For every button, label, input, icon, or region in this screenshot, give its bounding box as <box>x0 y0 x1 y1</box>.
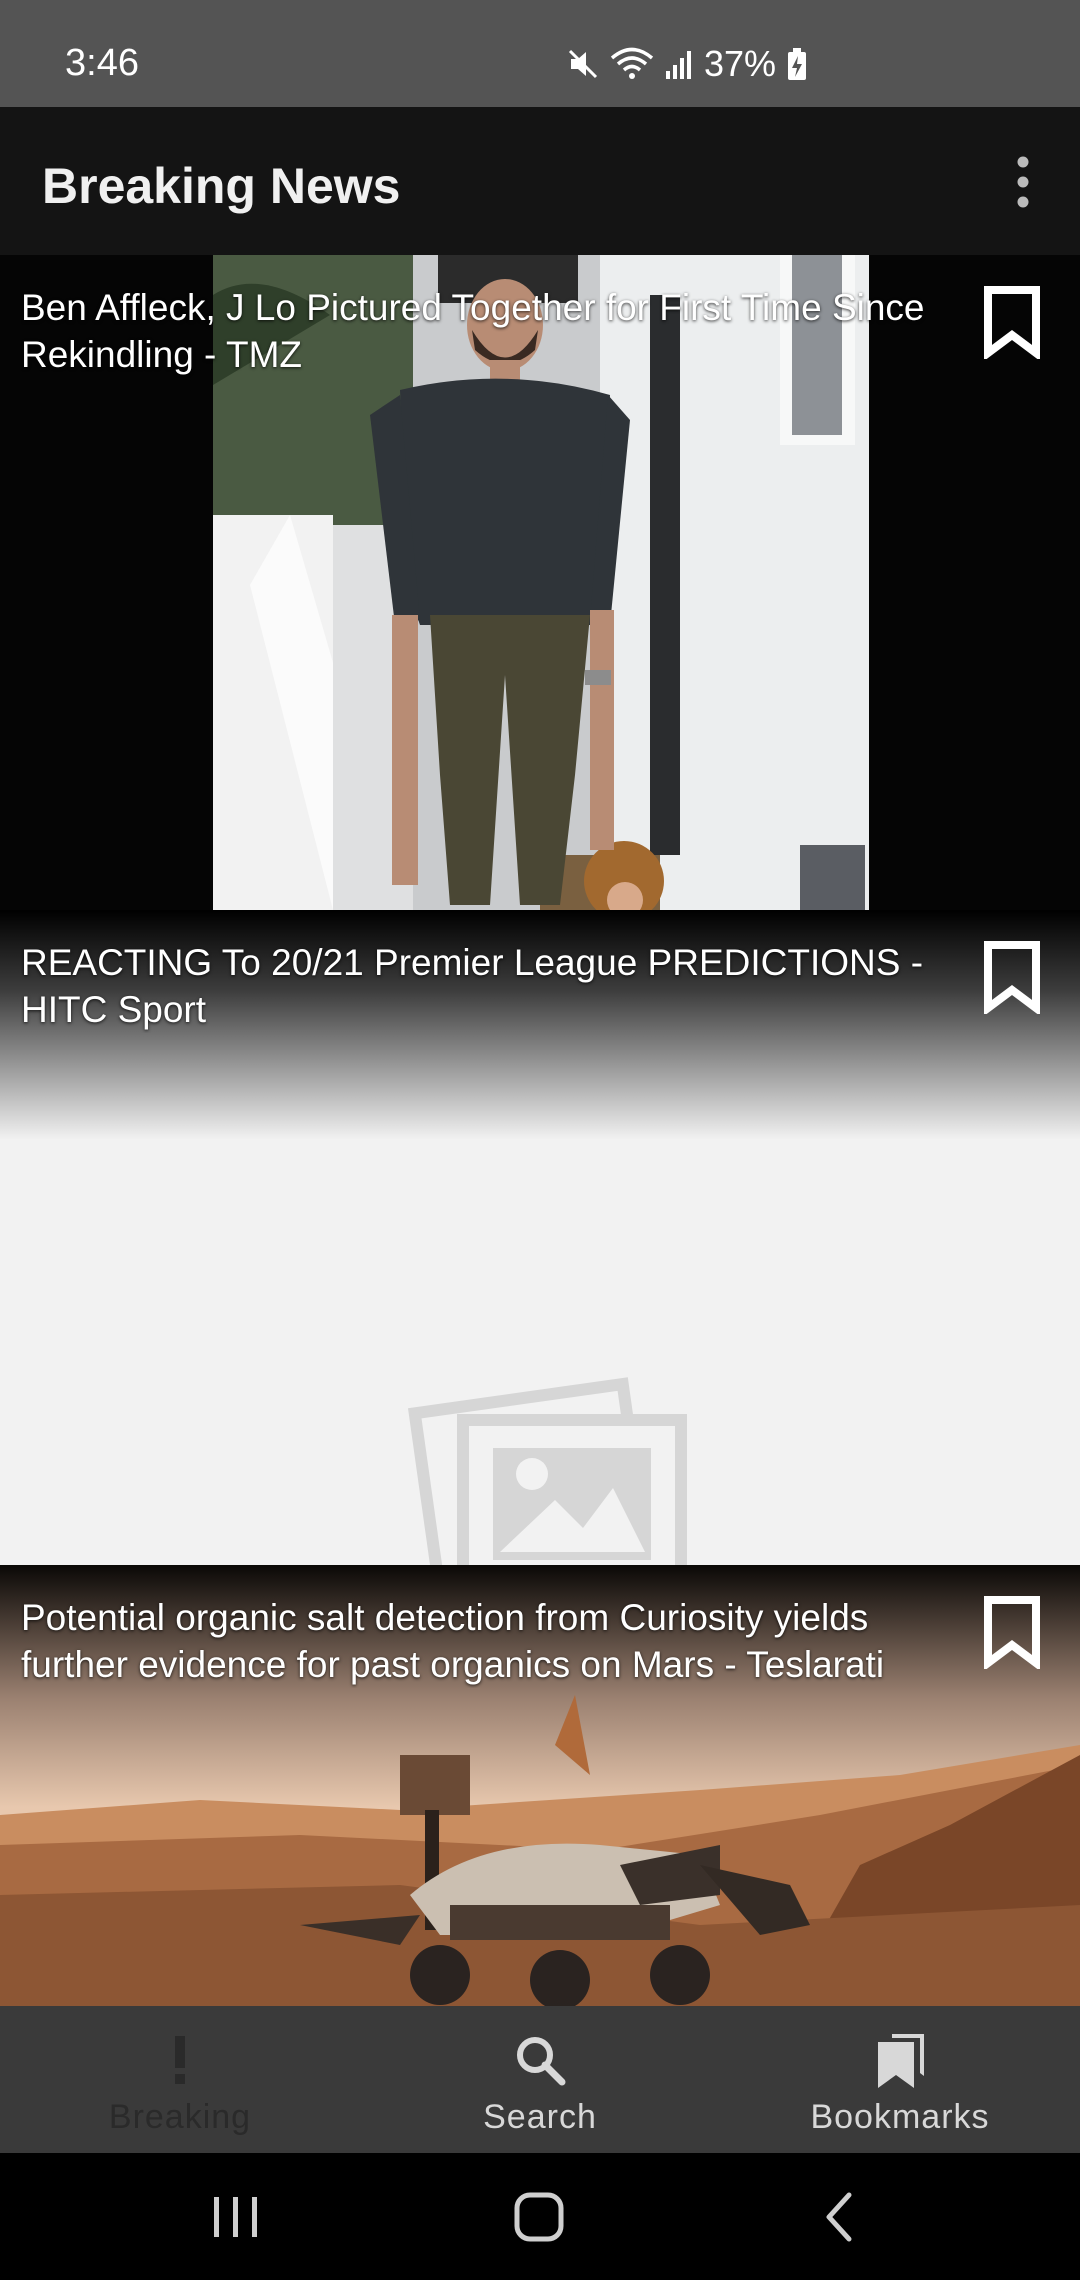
back-button[interactable] <box>805 2181 877 2253</box>
battery-charging-icon <box>788 48 807 80</box>
system-navigation-bar <box>0 2153 1080 2280</box>
bookmark-outline-icon <box>984 941 1040 1016</box>
news-feed[interactable]: Ben Affleck, J Lo Pictured Together for … <box>0 255 1080 2006</box>
bookmark-outline-icon <box>984 1596 1040 1671</box>
status-time: 3:46 <box>65 42 139 84</box>
article-title[interactable]: REACTING To 20/21 Premier League PREDICT… <box>21 939 951 1033</box>
nav-label-bookmarks: Bookmarks <box>810 2098 990 2136</box>
more-vertical-icon <box>1017 156 1029 208</box>
bookmark-outline-icon <box>984 286 1040 361</box>
article-card[interactable]: Ben Affleck, J Lo Pictured Together for … <box>0 255 1080 910</box>
search-icon <box>517 2037 566 2086</box>
article-card[interactable]: REACTING To 20/21 Premier League PREDICT… <box>0 910 1080 1565</box>
bookmark-button[interactable] <box>980 1595 1044 1671</box>
back-icon <box>826 2192 852 2242</box>
article-title[interactable]: Potential organic salt detection from Cu… <box>21 1594 951 1688</box>
article-card[interactable]: Potential organic salt detection from Cu… <box>0 1565 1080 2006</box>
bookmark-button[interactable] <box>980 940 1044 1016</box>
battery-percent: 37% <box>704 43 777 84</box>
signal-icon <box>666 51 691 79</box>
nav-label-breaking: Breaking <box>108 2098 252 2136</box>
nav-label-search: Search <box>483 2098 597 2136</box>
status-icons: 37% <box>566 42 808 86</box>
image-placeholder-icon <box>407 1377 687 1565</box>
bookmarks-icon <box>878 2034 924 2088</box>
article-title[interactable]: Ben Affleck, J Lo Pictured Together for … <box>21 284 951 378</box>
bookmark-button[interactable] <box>980 285 1044 361</box>
app-bar: Breaking News <box>0 107 1080 255</box>
nav-item-search[interactable]: Search <box>360 2006 720 2153</box>
home-icon <box>514 2192 564 2242</box>
nav-item-breaking[interactable]: Breaking <box>0 2006 360 2153</box>
exclamation-icon <box>175 2036 185 2084</box>
nav-item-bookmarks[interactable]: Bookmarks <box>720 2006 1080 2153</box>
page-title: Breaking News <box>42 158 401 214</box>
mute-icon <box>568 49 598 79</box>
recents-button[interactable] <box>200 2181 272 2253</box>
bottom-navigation: Breaking Search Bookmarks <box>0 2006 1080 2153</box>
status-bar: 3:46 37% <box>0 0 1080 107</box>
wifi-icon <box>610 47 654 79</box>
recents-icon <box>214 2197 257 2237</box>
home-button[interactable] <box>503 2181 575 2253</box>
more-options-button[interactable] <box>1000 152 1046 212</box>
